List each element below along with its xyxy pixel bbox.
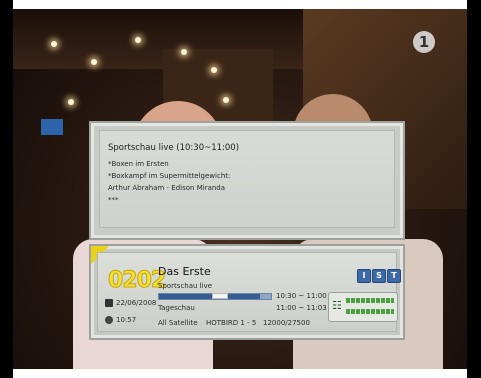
- epg-program-title: Sportschau live (10:30~11:00): [108, 143, 240, 153]
- channel-logo-icon: 1: [413, 31, 435, 53]
- epg-description-line: Arthur Abraham - Edison Miranda: [108, 184, 226, 192]
- epg-description-line: ***: [108, 196, 119, 204]
- signal-meter: ☷: [328, 292, 398, 322]
- info-icon[interactable]: I: [357, 269, 371, 283]
- channel-name: Das Erste: [158, 265, 211, 278]
- current-program-time: 10:30 ~ 11:00: [276, 292, 327, 300]
- right-black-bar: [467, 0, 481, 378]
- program-progress-fill: [159, 294, 260, 299]
- ceiling-lamp: [181, 49, 187, 55]
- next-program: Tageschau: [158, 304, 195, 312]
- epg-info-panel: Sportschau live (10:30~11:00) *Boxen im …: [89, 121, 405, 240]
- epg-info-content: Sportschau live (10:30~11:00) *Boxen im …: [99, 130, 395, 228]
- ceiling-lamp: [223, 97, 229, 103]
- teletext-icon[interactable]: T: [387, 269, 401, 283]
- ceiling-lamp: [51, 41, 57, 47]
- current-program: Sportschau live: [158, 282, 213, 290]
- frequency-label: 12000/27500: [263, 319, 310, 327]
- progress-marker: [212, 293, 228, 299]
- epg-description-line: *Boxen im Ersten: [108, 160, 169, 168]
- satellite-label: All Satellite: [158, 319, 198, 327]
- time-text: 10:57: [116, 316, 137, 324]
- epg-description-line: *Boxkampf im Supermittelgewicht:: [108, 172, 231, 180]
- ceiling-lamp: [91, 59, 97, 65]
- left-black-bar: [0, 0, 13, 378]
- infobar-content: 0202 Das Erste Sportschau live 10:30 ~ 1…: [97, 252, 401, 332]
- date-text: 22/06/2008: [116, 299, 157, 307]
- tv-screen-bg: [41, 119, 63, 135]
- signal-quality-bar: [346, 309, 394, 314]
- ceiling-lamp: [68, 99, 74, 105]
- screen: 1 Sportschau live (10:30~11:00) *Boxen i…: [0, 0, 481, 378]
- clock-icon: [105, 316, 113, 324]
- signal-strength-bar: [346, 298, 394, 303]
- channel-infobar: 0202 Das Erste Sportschau live 10:30 ~ 1…: [89, 244, 405, 340]
- ceiling-lamp: [211, 67, 217, 73]
- antenna-icon: ☷: [332, 299, 342, 312]
- ceiling-lamp: [135, 37, 141, 43]
- transponder-label: HOTBIRD 1 - 5: [206, 319, 257, 327]
- subtitle-icon[interactable]: S: [372, 269, 386, 283]
- channel-number: 0202: [107, 268, 166, 294]
- calendar-icon: [105, 299, 113, 307]
- next-program-time: 11:00 ~ 11:03: [276, 304, 327, 312]
